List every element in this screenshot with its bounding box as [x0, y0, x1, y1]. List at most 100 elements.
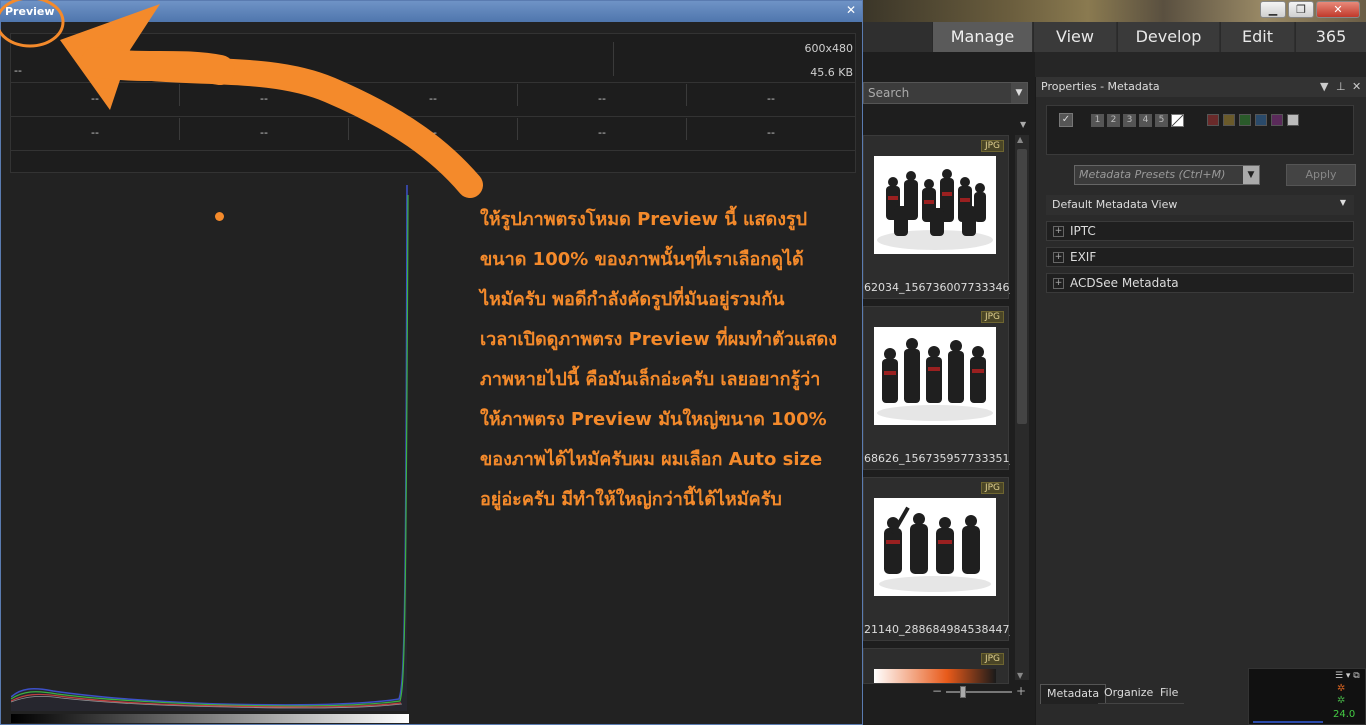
pin-icon[interactable]: ⊥	[1336, 80, 1346, 93]
menu-icon[interactable]: ☰ ▾ ⧉	[1335, 671, 1360, 681]
minimize-icon[interactable]: ▁	[1260, 1, 1286, 18]
chevron-down-icon[interactable]: ▼	[1011, 83, 1027, 103]
zoom-handle[interactable]	[960, 686, 966, 698]
clear-rating-icon[interactable]	[1171, 114, 1184, 127]
status-icon: ✲	[1337, 695, 1346, 706]
system-monitor: ☰ ▾ ⧉ ✲ ✲ 24.0	[1248, 668, 1366, 725]
info-value: --	[91, 92, 99, 105]
thumbnail-image	[874, 669, 996, 683]
scrollbar-thumb[interactable]	[1017, 149, 1027, 424]
info-value: --	[767, 92, 775, 105]
info-value: --	[598, 92, 606, 105]
info-value: --	[91, 126, 99, 139]
apply-button[interactable]: Apply	[1286, 164, 1356, 186]
zoom-in-button[interactable]: +	[1016, 684, 1026, 698]
search-input[interactable]: Search ▼	[863, 82, 1028, 104]
tab-metadata[interactable]: Metadata	[1040, 684, 1107, 704]
properties-tabs: Metadata Organize File	[1040, 684, 1250, 704]
image-dimensions: 600x480	[804, 42, 853, 55]
chevron-down-icon[interactable]: ▼	[1340, 198, 1346, 207]
zoom-out-button[interactable]: −	[932, 684, 942, 698]
close-icon[interactable]: ✕	[1316, 1, 1360, 18]
app-window: ▁ ❐ ✕ Manage View Develop Edit 365 Searc…	[0, 0, 1366, 725]
view-label: Default Metadata View	[1052, 198, 1178, 211]
tab-develop[interactable]: Develop	[1117, 22, 1219, 52]
zoom-track[interactable]	[946, 691, 1012, 693]
scroll-down-icon[interactable]: ▼	[1017, 671, 1023, 680]
tab-view[interactable]: View	[1033, 22, 1116, 52]
divider	[11, 150, 855, 151]
monitor-value: 24.0	[1333, 709, 1356, 720]
rating-2[interactable]: 2	[1107, 114, 1120, 127]
annotation-line: อยู่อ่ะครับ มีทำให้ใหญ่กว่านี้ได้ไหมัครั…	[480, 489, 782, 510]
preview-titlebar[interactable]: Preview ✕	[1, 1, 862, 22]
color-label-swatch[interactable]	[1287, 114, 1299, 126]
chevron-down-icon[interactable]: ▼	[1243, 166, 1259, 184]
info-value: --	[260, 126, 268, 139]
scroll-up-icon[interactable]: ▲	[1017, 135, 1023, 144]
file-type-badge: JPG	[980, 311, 1004, 323]
presets-placeholder: Metadata Presets (Ctrl+M)	[1079, 168, 1226, 181]
color-label-swatch[interactable]	[1207, 114, 1219, 126]
file-type-badge: JPG	[980, 653, 1004, 665]
info-value: --	[429, 92, 437, 105]
info-value: --	[598, 126, 606, 139]
dropdown-icon[interactable]: ▼	[1320, 80, 1328, 93]
annotation-dot	[215, 212, 224, 221]
section-acdsee-metadata[interactable]: + ACDSee Metadata	[1046, 273, 1354, 293]
metadata-presets-select[interactable]: Metadata Presets (Ctrl+M) ▼	[1074, 165, 1260, 185]
info-value: --	[14, 64, 22, 77]
file-type-badge: JPG	[980, 482, 1004, 494]
section-exif[interactable]: + EXIF	[1046, 247, 1354, 267]
info-value: --	[767, 126, 775, 139]
expand-icon[interactable]: +	[1053, 252, 1064, 263]
tab-file[interactable]: File	[1154, 684, 1185, 704]
annotation-line: ภาพหายไปนี้ คือมันเล็กอ่ะครับ เลยอยากรู้…	[480, 369, 821, 390]
rating-1[interactable]: 1	[1091, 114, 1104, 127]
restore-icon[interactable]: ❐	[1288, 1, 1314, 18]
section-label: ACDSee Metadata	[1070, 276, 1179, 290]
rating-4[interactable]: 4	[1139, 114, 1152, 127]
annotation-text: ให้รูปภาพตรงโหมด Preview นี้ แสดงรูป ขนา…	[480, 200, 920, 520]
tab-manage[interactable]: Manage	[932, 22, 1032, 52]
close-icon[interactable]: ✕	[844, 4, 858, 18]
rating-3[interactable]: 3	[1123, 114, 1136, 127]
checkbox-icon[interactable]: ✓	[1059, 113, 1073, 127]
tab-organize[interactable]: Organize	[1098, 684, 1160, 704]
annotation-line: ขนาด 100% ของภาพนั้นๆที่เราเลือกดูได้	[480, 249, 804, 270]
divider	[11, 116, 855, 117]
rating-label-box: ✓ 1 2 3 4 5	[1046, 105, 1354, 155]
zoom-slider[interactable]: − +	[930, 684, 1030, 700]
scrollbar[interactable]: ▲ ▼	[1015, 135, 1029, 680]
color-label-swatch[interactable]	[1223, 114, 1235, 126]
annotation-line: ไหมัครับ พอดีกำลังคัดรูปที่มันอยู่รวมกัน	[480, 289, 785, 310]
image-info-table: 600x480 -- 45.6 KB -- -- -- -- -- -- -- …	[10, 33, 856, 173]
panel-header: Properties - Metadata ▼ ⊥ ✕	[1036, 77, 1366, 97]
annotation-line: ของภาพได้ไหมัครับผม ผมเลือก Auto size	[480, 449, 823, 470]
close-icon[interactable]: ✕	[1352, 80, 1361, 93]
monitor-graph	[1253, 721, 1323, 723]
status-icon: ✲	[1337, 683, 1346, 694]
title-bar: ▁ ❐ ✕	[860, 0, 1366, 22]
histogram	[11, 185, 409, 723]
metadata-view-select[interactable]: Default Metadata View ▼	[1046, 195, 1354, 215]
color-label-swatch[interactable]	[1239, 114, 1251, 126]
color-label-swatch[interactable]	[1255, 114, 1267, 126]
expand-icon[interactable]: +	[1053, 278, 1064, 289]
divider	[613, 42, 614, 76]
rating-5[interactable]: 5	[1155, 114, 1168, 127]
tab-365[interactable]: 365	[1295, 22, 1366, 52]
expand-icon[interactable]: +	[1053, 226, 1064, 237]
search-placeholder: Search	[868, 86, 910, 100]
thumbnail-item[interactable]: JPG	[863, 648, 1009, 684]
section-iptc[interactable]: + IPTC	[1046, 221, 1354, 241]
preview-title: Preview	[5, 5, 55, 18]
color-label-swatch[interactable]	[1271, 114, 1283, 126]
panel-title: Properties - Metadata	[1041, 80, 1160, 93]
section-label: IPTC	[1070, 224, 1096, 238]
info-value: --	[429, 154, 437, 167]
chevron-down-icon[interactable]: ▼	[1020, 120, 1026, 129]
annotation-line: ให้ภาพตรง Preview มันใหญ่ขนาด 100%	[480, 409, 827, 430]
tab-edit[interactable]: Edit	[1220, 22, 1294, 52]
mode-tabs: Manage View Develop Edit 365	[860, 22, 1366, 52]
